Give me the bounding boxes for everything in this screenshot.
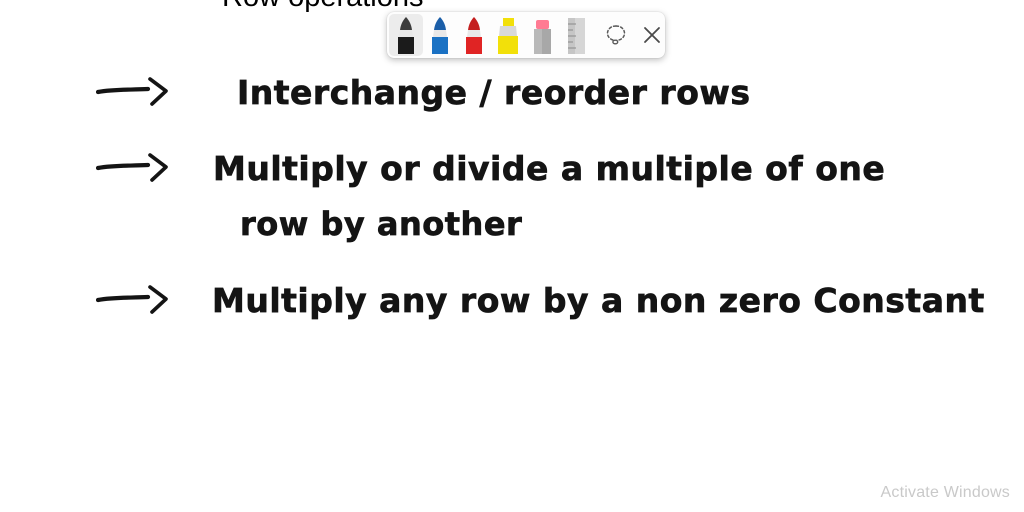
action-close[interactable] <box>634 14 670 56</box>
pen-icon <box>432 17 448 54</box>
highlighter-icon <box>498 18 518 54</box>
note-line-3: Multiply any row by a non zero Constant <box>212 272 992 328</box>
note-line-3-ink: Multiply any row by a non zero Constant <box>212 281 985 321</box>
note-line-2: Multiply or divide a multiple of one <box>213 141 913 195</box>
whiteboard-canvas[interactable]: Row operations Interchange / reorder row… <box>0 0 1024 512</box>
note-line-2-text: Multiply or divide a multiple of one <box>213 149 885 188</box>
note-line-2b: row by another <box>240 197 570 249</box>
tool-black-pen[interactable] <box>389 14 423 56</box>
pen-icon <box>466 17 482 54</box>
tool-blue-pen[interactable] <box>423 14 457 56</box>
pen-icon <box>398 17 414 54</box>
lasso-select-icon <box>606 25 626 45</box>
note-line-2-ink: Multiply or divide a multiple of one <box>213 149 885 189</box>
note-line-2b-text: row by another <box>240 205 522 243</box>
eraser-icon <box>534 20 551 54</box>
bullet-arrow-1 <box>96 77 168 106</box>
activate-windows-watermark: Activate Windows <box>880 484 1010 501</box>
bullet-arrow-2 <box>96 153 168 182</box>
tool-highlighter[interactable] <box>491 14 525 56</box>
tool-eraser[interactable] <box>525 14 559 56</box>
ruler-icon <box>568 18 585 54</box>
note-line-3-text: Multiply any row by a non zero Constant <box>212 281 985 320</box>
note-line-1-text: Interchange / reorder rows <box>237 73 751 112</box>
close-icon <box>644 27 660 43</box>
note-line-1-ink: Interchange / reorder rows <box>237 73 751 113</box>
pen-toolbar[interactable] <box>387 12 665 58</box>
note-line-2b-ink: row by another <box>240 205 522 244</box>
tool-ruler[interactable] <box>559 14 593 56</box>
bullet-arrow-3 <box>96 285 168 314</box>
note-line-1: Interchange / reorder rows <box>237 66 797 118</box>
action-lasso-select[interactable] <box>598 14 634 56</box>
tool-red-pen[interactable] <box>457 14 491 56</box>
